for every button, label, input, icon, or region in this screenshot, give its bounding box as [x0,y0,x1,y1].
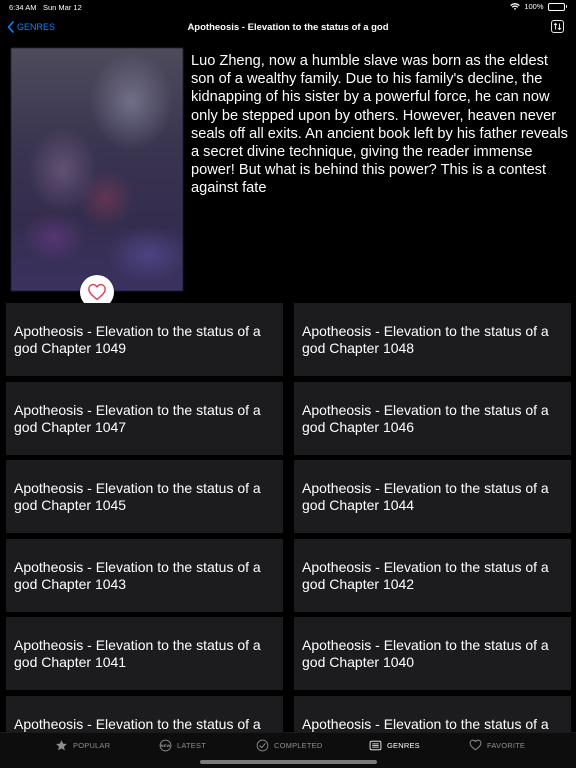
battery-percent: 100% [524,2,544,11]
chapter-card[interactable]: Apotheosis - Elevation to the status of … [6,538,283,612]
chapter-card[interactable]: Apotheosis - Elevation to the status of … [6,696,283,733]
tab-genres-label: GENRES [387,741,420,750]
heart-icon [469,739,482,751]
chapter-card[interactable]: Apotheosis - Elevation to the status of … [294,538,571,612]
chapter-title: Apotheosis - Elevation to the status of … [14,637,261,671]
chapter-title: Apotheosis - Elevation to the status of … [14,558,261,592]
tab-completed[interactable]: COMPLETED [256,739,322,752]
chapter-title: Apotheosis - Elevation to the status of … [302,637,549,671]
wifi-icon [510,2,521,10]
tab-popular[interactable]: POPULAR [55,739,110,752]
tab-favorite-label: FAVORITE [487,741,526,750]
new-badge-icon: NEW [159,739,172,752]
status-date: Sun Mar 12 [43,3,82,12]
list-icon [369,740,382,751]
status-time: 6:34 AM [9,3,37,12]
chapter-card[interactable]: Apotheosis - Elevation to the status of … [6,617,283,691]
chapter-title: Apotheosis - Elevation to the status of … [14,401,261,435]
chapter-title: Apotheosis - Elevation to the status of … [14,323,261,356]
chapter-title: Apotheosis - Elevation to the status of … [302,401,549,435]
chapter-card[interactable]: Apotheosis - Elevation to the status of … [294,696,571,733]
page-title: Apotheosis - Elevation to the status of … [187,22,389,33]
heart-outline-icon [88,283,106,301]
chapter-title: Apotheosis - Elevation to the status of … [302,716,549,732]
app-screen: 6:34 AM Sun Mar 12 100% GENRES Apotheosi… [0,0,576,768]
chapter-title: Apotheosis - Elevation to the status of … [14,716,261,732]
chapter-card[interactable]: Apotheosis - Elevation to the status of … [6,381,283,455]
tab-latest-label: LATEST [177,741,206,750]
sort-toggle-button[interactable] [551,20,564,33]
novel-cover-image [11,48,183,291]
tab-genres[interactable]: GENRES [369,739,420,752]
chapter-card[interactable]: Apotheosis - Elevation to the status of … [294,460,571,534]
chapter-title: Apotheosis - Elevation to the status of … [302,323,549,356]
navigation-bar: GENRES Apotheosis - Elevation to the sta… [0,14,576,42]
novel-description: Luo Zheng, now a humble slave was born a… [191,53,568,197]
chapter-card[interactable]: Apotheosis - Elevation to the status of … [294,303,571,376]
home-indicator [200,760,377,764]
sort-arrows-icon [553,22,562,31]
status-bar: 6:34 AM Sun Mar 12 100% [0,0,576,14]
chapter-card[interactable]: Apotheosis - Elevation to the status of … [294,617,571,691]
battery-icon [547,2,567,11]
chapter-title: Apotheosis - Elevation to the status of … [14,480,261,514]
svg-text:NEW: NEW [160,743,171,748]
checkmark-circle-icon [256,739,269,752]
chapter-grid: Apotheosis - Elevation to the status of … [6,303,572,733]
tab-latest[interactable]: NEW LATEST [159,739,206,752]
tab-popular-label: POPULAR [73,741,111,750]
star-icon [56,740,67,751]
status-indicators: 100% [510,2,567,11]
chapter-card[interactable]: Apotheosis - Elevation to the status of … [6,460,283,534]
chapter-title: Apotheosis - Elevation to the status of … [302,558,549,592]
chapter-card[interactable]: Apotheosis - Elevation to the status of … [6,303,283,376]
tab-completed-label: COMPLETED [274,741,323,750]
chapter-card[interactable]: Apotheosis - Elevation to the status of … [294,381,571,455]
tab-favorite[interactable]: FAVORITE [469,739,525,752]
chapter-title: Apotheosis - Elevation to the status of … [302,480,549,514]
